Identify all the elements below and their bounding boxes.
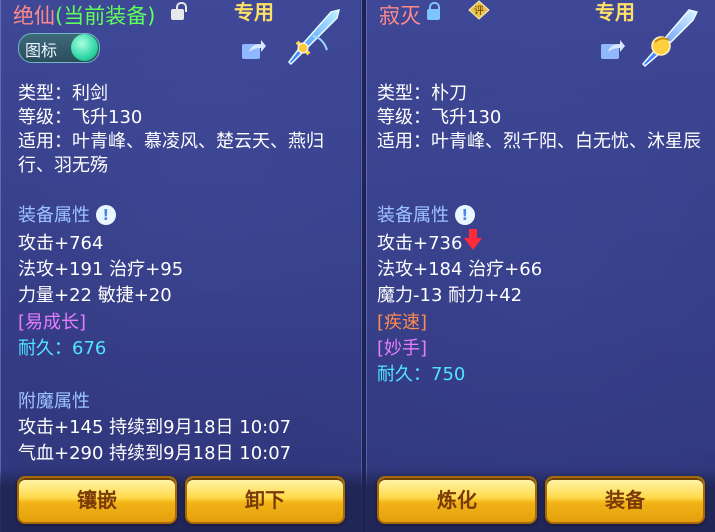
stat-line: 法攻+184 治疗+66 <box>377 259 543 280</box>
toggle-knob <box>71 34 98 61</box>
stat-line: 法攻+191 治疗+95 <box>18 259 184 280</box>
item-name: 绝仙 <box>13 4 55 28</box>
compare-equipment-panel: 寂灭 专用 类型：朴刀 等级：飞升130 适用：叶青峰、烈千阳、白无忧、沐星辰 … <box>366 0 715 532</box>
enchant-line: 气血+290 持续到9月18日 10:07 <box>18 443 292 464</box>
stat-line: 力量+22 敏捷+20 <box>18 285 172 306</box>
enchant-header: 附魔属性 <box>18 391 90 412</box>
item-type: 类型：利剑 <box>18 83 108 104</box>
stat-line: 魔力-13 耐力+42 <box>377 285 523 306</box>
inlay-button[interactable]: 镶嵌 <box>17 476 177 524</box>
item-usable-by: 适用：叶青峰、烈千阳、白无忧、沐星辰 <box>377 131 701 152</box>
item-title: 寂灭 <box>379 0 421 30</box>
item-type: 类型：朴刀 <box>377 83 467 104</box>
equip-attr-header-label: 装备属性 <box>18 205 90 226</box>
rating-badge-icon[interactable]: 评 <box>468 0 490 20</box>
rating-badge-glyph: 评 <box>474 5 484 17</box>
current-equip-tag: (当前装备) <box>55 4 156 28</box>
attack-stat: 攻击+736 <box>377 233 463 254</box>
item-name: 寂灭 <box>379 4 421 28</box>
stat-line: 攻击+764 <box>18 233 104 254</box>
info-icon[interactable]: ! <box>95 205 116 225</box>
exclusive-label: 专用 <box>595 0 635 24</box>
item-usable-by: 适用：叶青峰、慕凌风、楚云天、燕归行、羽无殇 <box>18 131 324 176</box>
equip-attr-header: 装备属性 ! <box>377 204 475 228</box>
info-icon[interactable]: ! <box>454 205 475 225</box>
equip-button[interactable]: 装备 <box>545 476 705 524</box>
stat-line: 攻击+736 <box>377 229 483 256</box>
special-trait: [易成长] <box>18 312 87 333</box>
decrease-arrow-icon <box>464 229 483 250</box>
item-level: 等级：飞升130 <box>18 107 143 128</box>
equip-attr-header: 装备属性 ! <box>18 204 116 228</box>
enchant-line: 攻击+145 持续到9月18日 10:07 <box>18 417 292 438</box>
current-equipment-panel: 绝仙(当前装备) 专用 图标 类型：利剑 等级：飞升130 适用：叶青峰、慕凌风… <box>0 0 362 532</box>
share-icon[interactable] <box>600 38 626 60</box>
item-title: 绝仙(当前装备) <box>13 0 155 30</box>
durability: 耐久：750 <box>377 364 466 385</box>
share-icon[interactable] <box>241 38 267 60</box>
unlock-icon[interactable] <box>171 2 187 20</box>
special-trait: [疾速] <box>377 312 428 333</box>
unequip-button[interactable]: 卸下 <box>185 476 345 524</box>
lock-icon[interactable] <box>427 2 440 20</box>
durability: 耐久：676 <box>18 338 107 359</box>
blade-icon <box>641 9 699 68</box>
exclusive-label: 专用 <box>234 0 274 24</box>
icon-toggle[interactable]: 图标 <box>18 33 100 63</box>
equip-attr-header-label: 装备属性 <box>377 205 449 226</box>
sword-icon <box>288 8 341 66</box>
icon-toggle-label: 图标 <box>25 41 58 60</box>
refine-button[interactable]: 炼化 <box>377 476 537 524</box>
item-level: 等级：飞升130 <box>377 107 502 128</box>
special-trait: [妙手] <box>377 338 428 359</box>
